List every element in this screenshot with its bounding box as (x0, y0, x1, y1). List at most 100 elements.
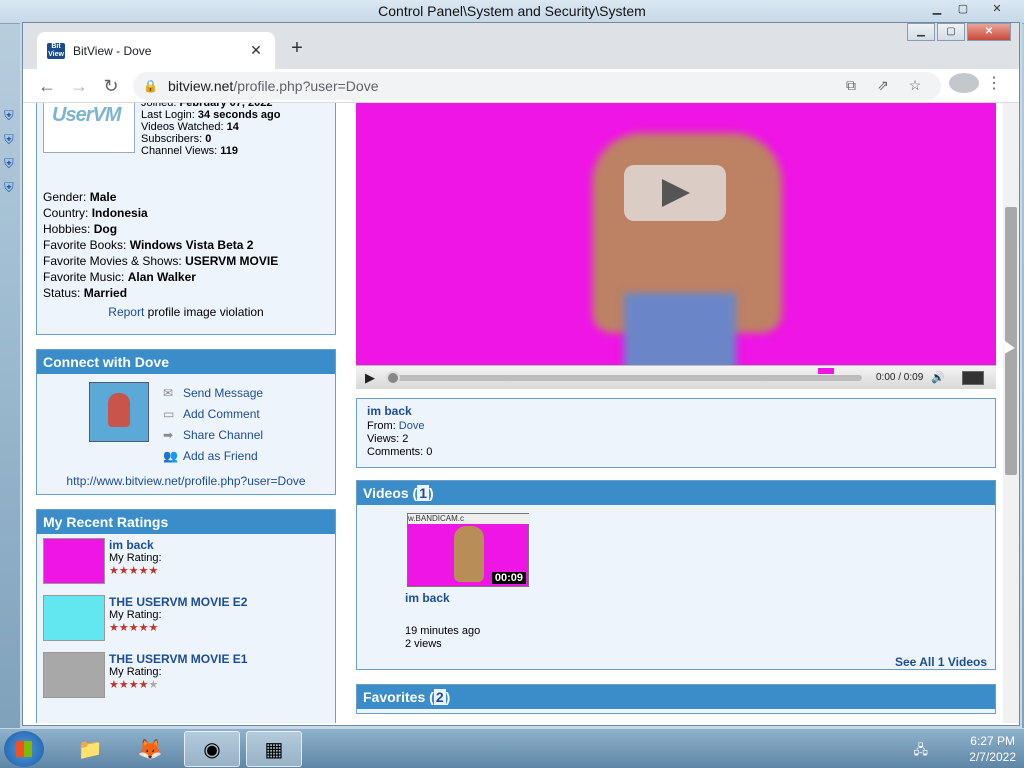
rating-title-link[interactable]: THE USERVM MOVIE E2 (109, 595, 247, 609)
reload-button[interactable]: ↻ (97, 72, 125, 100)
video-thumbnail[interactable]: w.BANDICAM.c 00:09 (407, 513, 530, 587)
videos-heading: Videos (1) (357, 481, 995, 505)
close-tab-icon[interactable]: ✕ (247, 42, 265, 59)
share-channel-button[interactable]: ➡ Share Channel (163, 424, 263, 445)
rating-thumbnail[interactable] (43, 652, 105, 698)
rating-stars-icon: ★★★★★ (109, 565, 159, 577)
page-scrollbar[interactable] (1003, 103, 1019, 723)
fullscreen-button[interactable] (962, 370, 984, 385)
report-line: Report profile image violation (37, 305, 335, 319)
videos-box: Videos (1) w.BANDICAM.c 00:09 im back 19… (356, 480, 996, 670)
from-user-link[interactable]: Dove (399, 420, 425, 432)
big-play-button[interactable] (624, 165, 726, 221)
bg-minimize-button[interactable]: ▁ (926, 2, 948, 18)
network-icon[interactable]: 🖧 (914, 741, 929, 763)
new-tab-button[interactable]: + (285, 37, 309, 61)
video-figure-legs (624, 293, 736, 365)
lock-icon[interactable]: 🔒 (143, 79, 158, 93)
connect-body: ✉ Send Message ▭ Add Comment ➡ Share Channe… (37, 374, 335, 494)
rating-thumbnail[interactable] (43, 595, 105, 641)
videos-count: 1 (417, 485, 430, 501)
user-avatar[interactable] (89, 382, 149, 442)
shield-icon: ⛨ (4, 108, 14, 123)
minimize-button[interactable]: ▁ (907, 23, 935, 41)
profile-avatar-icon[interactable] (949, 73, 979, 98)
maximize-button[interactable]: ▢ (937, 23, 965, 41)
video-frame[interactable] (356, 103, 996, 365)
seek-handle[interactable] (386, 370, 400, 385)
popup-blocked-icon[interactable]: ⧉ (835, 77, 867, 94)
detail-value: Male (89, 190, 117, 204)
thumb-figure (454, 526, 484, 582)
add-comment-button[interactable]: ▭ Add Comment (163, 403, 263, 424)
detail-label: Favorite Movies & Shows: (43, 254, 182, 268)
detail-label: Favorite Music: (43, 270, 125, 284)
detail-value: Married (83, 286, 128, 300)
video-title-link[interactable]: im back (367, 405, 985, 418)
detail-label: Gender: (43, 190, 87, 204)
stat-label: Channel Views: (141, 145, 218, 157)
clock-date: 2/7/2022 (969, 750, 1016, 764)
favorites-box: Favorites (2) (356, 684, 996, 714)
report-text: profile image violation (147, 305, 264, 319)
firefox-taskbar-icon[interactable]: 🦊 (122, 731, 178, 767)
close-window-button[interactable]: ✕ (967, 23, 1011, 41)
stat-row: Subscribers: 0 (141, 133, 280, 145)
video-duration: 00:09 (491, 572, 526, 584)
share-icon[interactable]: ⇗ (867, 77, 899, 94)
see-all-videos-link[interactable]: See All 1 Videos (895, 655, 987, 669)
seek-bar[interactable] (386, 367, 862, 385)
add-comment-label: Add Comment (183, 406, 260, 421)
share-arrow-icon: ➡ (163, 427, 174, 442)
taskbar: 📁 🦊 ◉ ▦ 🖧 6:27 PM 2/7/2022 (0, 728, 1024, 768)
profile-url-link[interactable]: http://www.bitview.net/profile.php?user=… (37, 474, 335, 488)
address-bar[interactable]: 🔒 bitview.net/profile.php?user=Dove ⧉ ⇗ … (133, 71, 941, 100)
desktop-shield-icons: ⛨ ⛨ ⛨ ⛨ (4, 108, 18, 204)
rating-item: THE USERVM MOVIE E2 My Rating: ★★★★★ (37, 591, 335, 648)
detail-row: Status: Married (43, 285, 278, 301)
favorites-heading-label: Favorites (363, 689, 426, 705)
video-info-box: im back From: Dove Views: 2 Comments: 0 (356, 398, 996, 468)
rating-title-link[interactable]: im back (109, 538, 154, 552)
control-panel-taskbar-icon[interactable]: ▦ (246, 731, 302, 767)
browser-window: Bit View BitView - Dove ✕ + ▁ ▢ ✕ ← → ↻ … (22, 22, 1020, 726)
rating-label: My Rating: (109, 609, 162, 621)
detail-label: Hobbies: (43, 222, 91, 236)
forward-button[interactable]: → (65, 72, 93, 100)
back-button[interactable]: ← (33, 72, 61, 100)
profile-picture: UserVM (43, 103, 135, 153)
stat-value: 0 (205, 133, 212, 145)
connect-actions: ✉ Send Message ▭ Add Comment ➡ Share Channe… (163, 382, 263, 466)
video-views: Views: 2 (367, 433, 409, 445)
shield-icon: ⛨ (4, 180, 14, 195)
system-clock[interactable]: 6:27 PM 2/7/2022 (969, 733, 1016, 765)
video-item-title[interactable]: im back (405, 591, 450, 605)
bookmark-star-icon[interactable]: ☆ (899, 77, 931, 94)
start-button[interactable] (4, 731, 44, 767)
volume-icon[interactable]: 🔊 (926, 371, 950, 384)
explorer-taskbar-icon[interactable]: 📁 (62, 731, 118, 767)
stat-row: Videos Watched: 14 (141, 121, 280, 133)
stat-value: 14 (226, 121, 239, 133)
shield-icon: ⛨ (4, 156, 14, 171)
send-message-button[interactable]: ✉ Send Message (163, 382, 263, 403)
play-button[interactable]: ▶ (356, 370, 384, 386)
detail-value: Alan Walker (127, 270, 196, 284)
tab-bitview[interactable]: Bit View BitView - Dove ✕ (37, 32, 275, 69)
window-controls: ▁ ▢ ✕ (905, 23, 1011, 41)
rating-thumbnail[interactable] (43, 538, 105, 584)
detail-label: Favorite Books: (43, 238, 127, 252)
chrome-taskbar-icon[interactable]: ◉ (184, 731, 240, 767)
bg-close-button[interactable]: ✕ (986, 2, 1008, 18)
rating-title-link[interactable]: THE USERVM MOVIE E1 (109, 652, 247, 666)
connect-heading: Connect with Dove (37, 350, 335, 374)
ratings-box: My Recent Ratings im back My Rating: ★★★… (36, 509, 336, 723)
report-link[interactable]: Report (108, 305, 144, 319)
add-friend-icon: 👥 (163, 448, 178, 463)
ratings-list: im back My Rating: ★★★★★ THE USERVM MOVI… (37, 534, 335, 705)
rating-stars-icon: ★★★★★ (109, 622, 159, 634)
add-friend-button[interactable]: 👥 Add as Friend (163, 445, 263, 466)
page-viewport: UserVM Joined: February 07, 2022 Last Log… (23, 103, 1003, 723)
bg-maximize-button[interactable]: ▢ (952, 2, 974, 18)
menu-kebab-icon[interactable]: ⋮ (979, 73, 1009, 98)
